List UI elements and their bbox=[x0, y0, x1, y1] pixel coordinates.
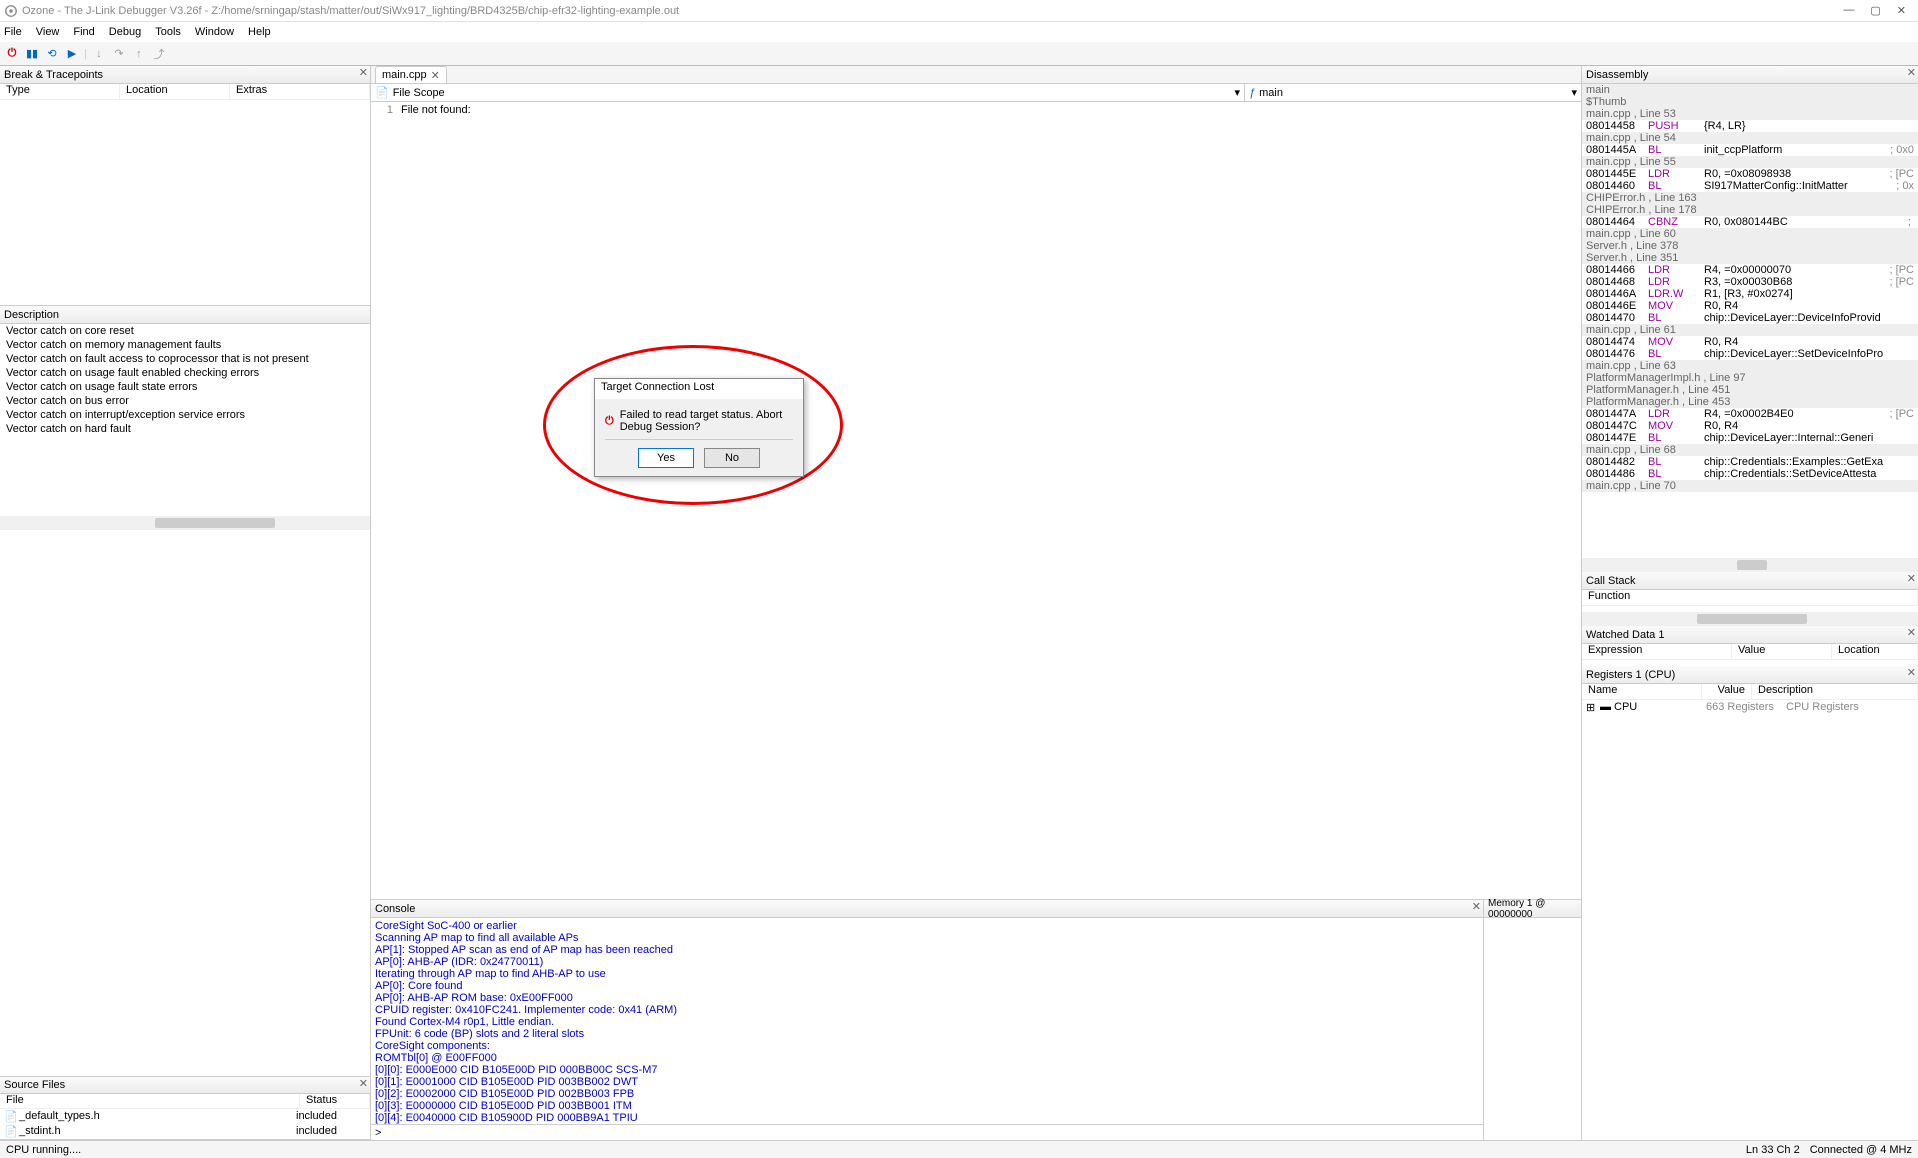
console-output[interactable]: CoreSight SoC-400 or earlierScanning AP … bbox=[371, 918, 1483, 1124]
tab-main-cpp[interactable]: main.cpp ✕ bbox=[375, 66, 447, 83]
close-button[interactable]: ✕ bbox=[1897, 4, 1906, 17]
h-scrollbar[interactable] bbox=[1582, 558, 1918, 572]
watched-header: Watched Data 1 ✕ bbox=[1582, 626, 1918, 644]
editor-tabs: main.cpp ✕ bbox=[371, 66, 1581, 84]
description-header: Description bbox=[0, 306, 370, 324]
menu-window[interactable]: Window bbox=[195, 26, 234, 38]
list-item[interactable]: Vector catch on usage fault enabled chec… bbox=[0, 366, 370, 380]
cursor-position: Ln 33 Ch 2 bbox=[1746, 1144, 1800, 1156]
code-editor[interactable]: 1 File not found: bbox=[371, 102, 1581, 899]
power-icon: ⏻ bbox=[605, 415, 614, 428]
step-into-button[interactable]: ↓ bbox=[91, 46, 107, 62]
list-item[interactable]: Vector catch on memory management faults bbox=[0, 338, 370, 352]
menu-find[interactable]: Find bbox=[73, 26, 94, 38]
h-scrollbar[interactable] bbox=[1582, 612, 1918, 626]
callstack-header: Call Stack ✕ bbox=[1582, 572, 1918, 590]
dialog-target-lost: Target Connection Lost ⏻ Failed to read … bbox=[594, 378, 804, 477]
step-over-button[interactable]: ↷ bbox=[111, 46, 127, 62]
expand-icon[interactable]: ⊞ bbox=[1586, 701, 1600, 714]
yes-button[interactable]: Yes bbox=[638, 448, 694, 468]
function-dropdown[interactable]: ƒ main ▾ bbox=[1245, 84, 1581, 101]
menubar: File View Find Debug Tools Window Help bbox=[0, 22, 1918, 42]
table-row[interactable]: ⊞ ▬ CPU 663 Registers CPU Registers bbox=[1582, 700, 1918, 715]
code-line: File not found: bbox=[401, 104, 471, 116]
chevron-down-icon: ▾ bbox=[1234, 86, 1240, 99]
description-list: Vector catch on core reset Vector catch … bbox=[0, 324, 370, 436]
step-out-button[interactable]: ↑ bbox=[131, 46, 147, 62]
toolbar: ⏻ ▮▮ ⟲ ▶ | ↓ ↷ ↑ ⤴ bbox=[0, 42, 1918, 66]
disassembly-view[interactable]: main$Thumbmain.cpp , Line 5308014458PUSH… bbox=[1582, 84, 1918, 558]
pause-button[interactable]: ▮▮ bbox=[24, 46, 40, 62]
table-row[interactable]: 📄 _stdint.h included bbox=[0, 1124, 370, 1139]
list-item[interactable]: Vector catch on interrupt/exception serv… bbox=[0, 408, 370, 422]
reset-button[interactable]: ⟲ bbox=[44, 46, 60, 62]
close-icon[interactable]: ✕ bbox=[1907, 626, 1916, 639]
memory-header: Memory 1 @ 00000000 bbox=[1484, 900, 1581, 918]
disassembly-header: Disassembly ✕ bbox=[1582, 66, 1918, 84]
scope-dropdown[interactable]: 📄 File Scope ▾ bbox=[371, 84, 1245, 101]
app-icon bbox=[4, 4, 18, 18]
maximize-button[interactable]: ▢ bbox=[1870, 4, 1880, 17]
connection-status: Connected @ 4 MHz bbox=[1810, 1144, 1912, 1156]
list-item[interactable]: Vector catch on fault access to coproces… bbox=[0, 352, 370, 366]
list-item[interactable]: Vector catch on usage fault state errors bbox=[0, 380, 370, 394]
source-files-header: Source Files ✕ bbox=[0, 1077, 370, 1094]
close-icon[interactable]: ✕ bbox=[1472, 900, 1481, 913]
file-icon: 📄 bbox=[4, 1125, 16, 1138]
menu-file[interactable]: File bbox=[4, 26, 22, 38]
menu-debug[interactable]: Debug bbox=[109, 26, 141, 38]
close-icon[interactable]: ✕ bbox=[1907, 66, 1916, 79]
step-button[interactable]: ⤴ bbox=[151, 46, 167, 62]
dialog-message: Failed to read target status. Abort Debu… bbox=[620, 409, 793, 433]
window-title: Ozone - The J-Link Debugger V3.26f - Z:/… bbox=[22, 5, 1843, 17]
registers-header: Registers 1 (CPU) ✕ bbox=[1582, 666, 1918, 684]
menu-view[interactable]: View bbox=[36, 26, 60, 38]
menu-help[interactable]: Help bbox=[248, 26, 271, 38]
breakpoints-header: Break & Tracepoints ✕ bbox=[0, 66, 370, 84]
h-scrollbar[interactable] bbox=[0, 516, 370, 530]
close-icon[interactable]: ✕ bbox=[431, 69, 440, 82]
titlebar: Ozone - The J-Link Debugger V3.26f - Z:/… bbox=[0, 0, 1918, 22]
no-button[interactable]: No bbox=[704, 448, 760, 468]
console-header: Console ✕ bbox=[371, 900, 1483, 918]
list-item[interactable]: Vector catch on bus error bbox=[0, 394, 370, 408]
close-icon[interactable]: ✕ bbox=[1907, 666, 1916, 679]
console-input[interactable]: > bbox=[371, 1124, 1483, 1140]
file-icon: 📄 bbox=[4, 1110, 16, 1123]
table-row[interactable]: 📄 _default_types.h included bbox=[0, 1109, 370, 1124]
statusbar: CPU running.... Ln 33 Ch 2 Connected @ 4… bbox=[0, 1140, 1918, 1158]
chevron-down-icon: ▾ bbox=[1571, 86, 1577, 99]
status-text: CPU running.... bbox=[6, 1144, 81, 1156]
file-icon: 📄 bbox=[375, 86, 389, 99]
close-icon[interactable]: ✕ bbox=[1907, 572, 1916, 585]
chip-icon: ▬ bbox=[1600, 701, 1614, 714]
list-item[interactable]: Vector catch on core reset bbox=[0, 324, 370, 338]
close-icon[interactable]: ✕ bbox=[359, 66, 368, 79]
close-icon[interactable]: ✕ bbox=[359, 1077, 368, 1090]
run-button[interactable]: ▶ bbox=[64, 46, 80, 62]
list-item[interactable]: Vector catch on hard fault bbox=[0, 422, 370, 436]
line-number: 1 bbox=[371, 104, 401, 116]
dialog-title: Target Connection Lost bbox=[595, 379, 803, 399]
breakpoints-columns: Type Location Extras bbox=[0, 84, 370, 100]
minimize-button[interactable]: — bbox=[1843, 4, 1854, 17]
menu-tools[interactable]: Tools bbox=[155, 26, 181, 38]
power-button[interactable]: ⏻ bbox=[4, 46, 20, 62]
